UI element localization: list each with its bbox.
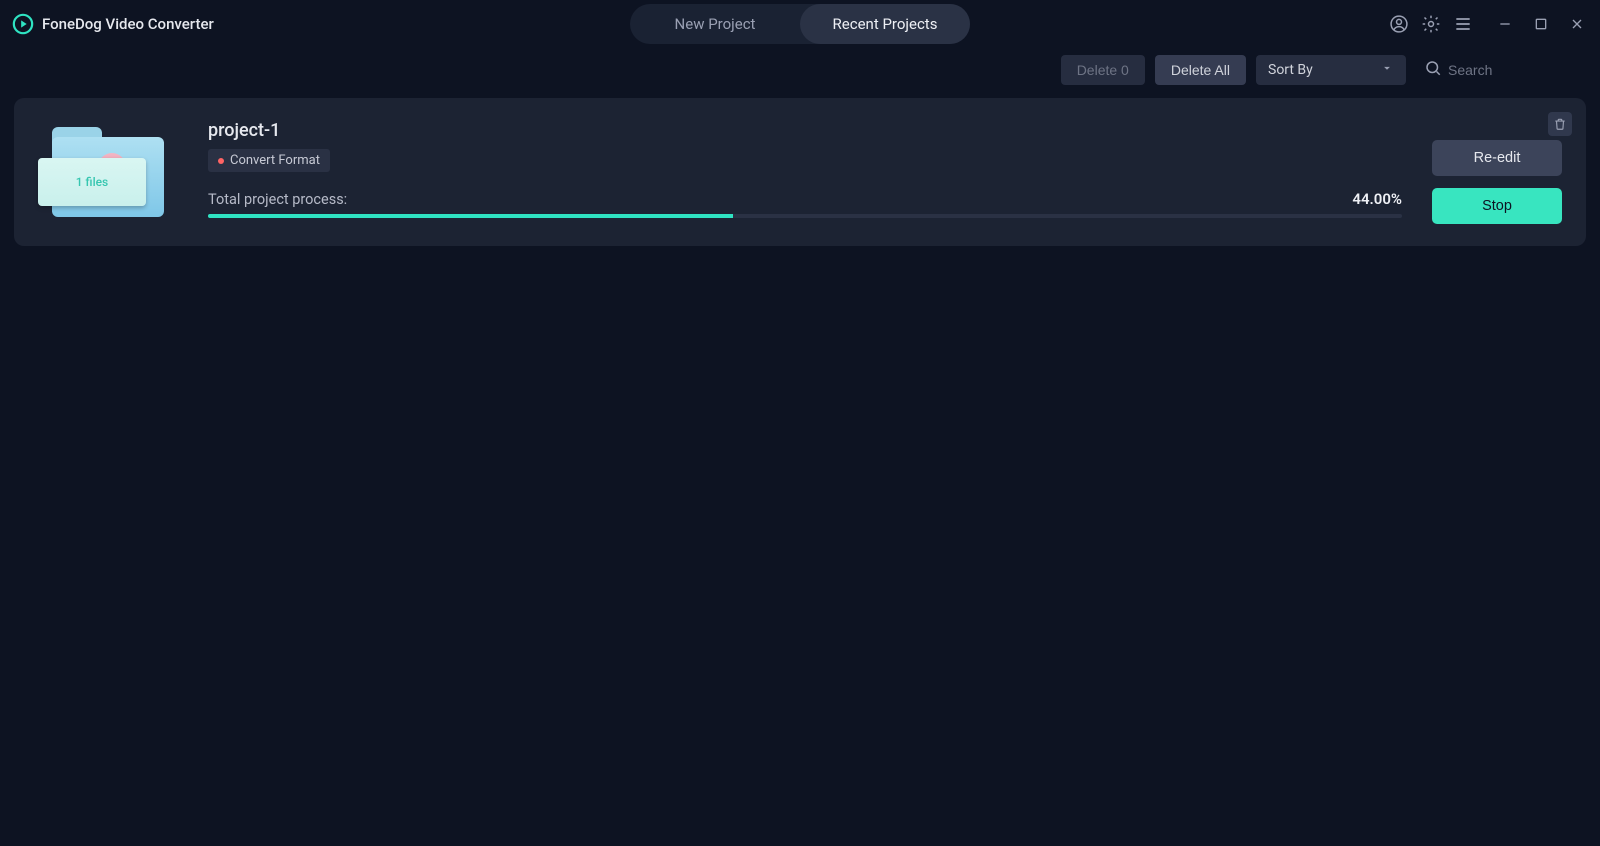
progress-label: Total project process: xyxy=(208,191,347,208)
minimize-icon[interactable] xyxy=(1494,13,1516,35)
app-title: FoneDog Video Converter xyxy=(42,15,214,33)
reedit-button[interactable]: Re-edit xyxy=(1432,140,1562,176)
delete-all-button[interactable]: Delete All xyxy=(1155,55,1246,85)
progress-fill xyxy=(208,214,733,218)
project-list: 1 files project-1 Convert Format Total p… xyxy=(0,90,1600,254)
tab-switcher: New Project Recent Projects xyxy=(630,4,970,44)
sort-by-dropdown[interactable]: Sort By xyxy=(1256,55,1406,85)
sort-by-label: Sort By xyxy=(1268,62,1313,78)
project-card: 1 files project-1 Convert Format Total p… xyxy=(14,98,1586,246)
title-right xyxy=(1388,13,1588,35)
tab-recent-projects[interactable]: Recent Projects xyxy=(800,4,970,44)
files-count-badge: 1 files xyxy=(38,158,146,206)
project-thumbnail: 1 files xyxy=(38,120,178,224)
progress-row: Total project process: 44.00% xyxy=(208,190,1402,208)
menu-icon[interactable] xyxy=(1452,13,1474,35)
project-name: project-1 xyxy=(208,120,1402,141)
progress-percent: 44.00% xyxy=(1352,190,1402,208)
search-box xyxy=(1416,55,1586,85)
window-controls xyxy=(1494,13,1588,35)
account-icon[interactable] xyxy=(1388,13,1410,35)
project-type-label: Convert Format xyxy=(230,153,320,168)
search-icon xyxy=(1424,59,1442,81)
search-input[interactable] xyxy=(1448,62,1568,78)
settings-icon[interactable] xyxy=(1420,13,1442,35)
progress-bar xyxy=(208,214,1402,218)
project-main: project-1 Convert Format Total project p… xyxy=(208,120,1402,224)
stop-button[interactable]: Stop xyxy=(1432,188,1562,224)
project-type-chip: Convert Format xyxy=(208,149,330,172)
title-bar: FoneDog Video Converter New Project Rece… xyxy=(0,0,1600,48)
delete-project-button[interactable] xyxy=(1548,112,1572,136)
close-icon[interactable] xyxy=(1566,13,1588,35)
title-left: FoneDog Video Converter xyxy=(12,13,214,35)
delete-selected-button[interactable]: Delete 0 xyxy=(1061,55,1145,85)
maximize-icon[interactable] xyxy=(1530,13,1552,35)
chevron-down-icon xyxy=(1380,61,1394,79)
project-actions: Re-edit Stop xyxy=(1432,140,1562,224)
app-logo-icon xyxy=(12,13,34,35)
toolbar: Delete 0 Delete All Sort By xyxy=(0,50,1600,90)
tab-new-project[interactable]: New Project xyxy=(630,4,800,44)
status-dot-icon xyxy=(218,158,224,164)
